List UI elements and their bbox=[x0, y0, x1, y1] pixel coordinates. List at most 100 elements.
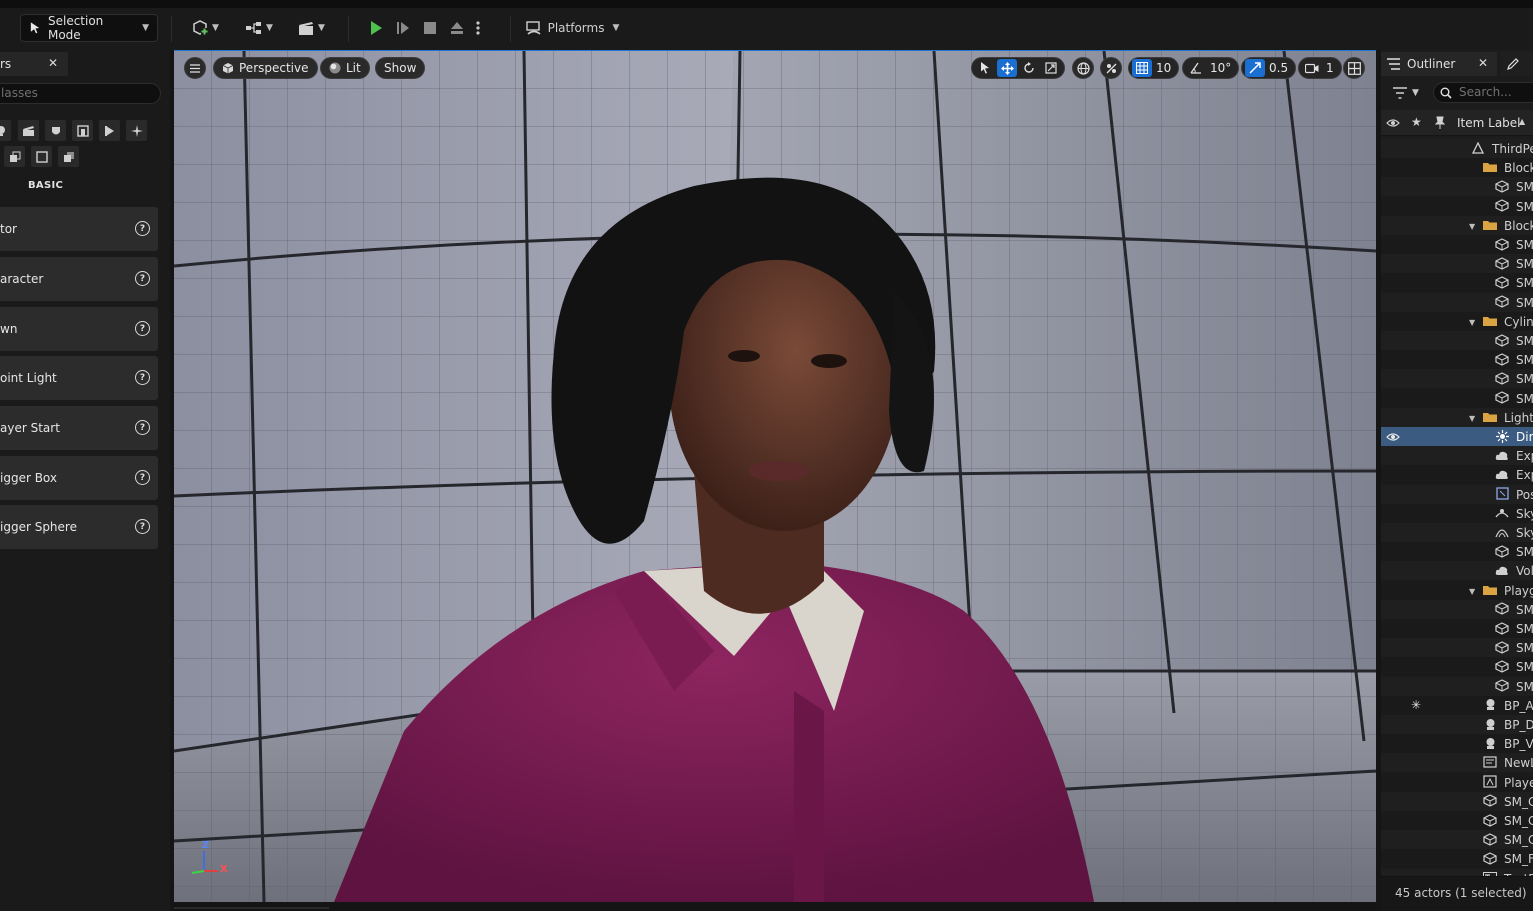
scale-tool-button[interactable] bbox=[1041, 59, 1061, 77]
outliner-row[interactable]: SM bbox=[1381, 196, 1533, 216]
outliner-row[interactable]: Sky bbox=[1381, 503, 1533, 523]
shapes-category-icon[interactable] bbox=[4, 146, 25, 167]
actor-item[interactable]: tor ? bbox=[0, 207, 158, 251]
outliner-row[interactable]: SM bbox=[1381, 369, 1533, 389]
outliner-row[interactable]: SM bbox=[1381, 638, 1533, 658]
outliner-row[interactable]: SM bbox=[1381, 676, 1533, 696]
outliner-row[interactable]: Sky bbox=[1381, 523, 1533, 542]
outliner-search-input[interactable]: Search... bbox=[1433, 82, 1533, 103]
outliner-row[interactable]: SM bbox=[1381, 619, 1533, 638]
show-button[interactable]: Show bbox=[375, 57, 426, 79]
actor-item[interactable]: ayer Start ? bbox=[0, 406, 158, 450]
outliner-row[interactable]: Vol bbox=[1381, 561, 1533, 581]
play-button[interactable] bbox=[362, 14, 389, 42]
grid-snap-toggle[interactable] bbox=[1132, 59, 1152, 77]
outliner-row[interactable]: SM bbox=[1381, 273, 1533, 293]
scale-snap-group[interactable]: 0.5 bbox=[1241, 57, 1297, 79]
perspective-button[interactable]: Perspective bbox=[213, 57, 318, 79]
filter-button[interactable]: ▼ bbox=[1393, 86, 1425, 102]
help-icon[interactable]: ? bbox=[135, 271, 150, 286]
actor-item[interactable]: igger Box ? bbox=[0, 456, 158, 500]
expand-arrow-icon[interactable]: ▼ bbox=[1469, 587, 1475, 596]
outliner-row[interactable]: BP_V bbox=[1381, 734, 1533, 754]
view-mode-button[interactable]: Lit bbox=[320, 57, 370, 79]
visibility-eye-icon[interactable] bbox=[1386, 431, 1400, 445]
expand-arrow-icon[interactable]: ▼ bbox=[1469, 414, 1475, 423]
outliner-row[interactable]: ✳ BP_A bbox=[1381, 695, 1533, 715]
outliner-row[interactable]: SM bbox=[1381, 292, 1533, 312]
help-icon[interactable]: ? bbox=[135, 370, 150, 385]
expand-arrow-icon[interactable]: ▼ bbox=[1469, 222, 1475, 231]
actor-item[interactable]: aracter ? bbox=[0, 257, 158, 301]
outliner-row[interactable]: SM_C bbox=[1381, 830, 1533, 850]
outliner-row[interactable]: ▼ Cylin bbox=[1381, 311, 1533, 331]
outliner-row[interactable]: Pos bbox=[1381, 484, 1533, 504]
rotation-snap-toggle[interactable] bbox=[1186, 59, 1206, 77]
outliner-row[interactable]: ▼ Lighti bbox=[1381, 407, 1533, 427]
volumes-category-icon[interactable] bbox=[99, 120, 120, 141]
expand-arrow-icon[interactable]: ▼ bbox=[1469, 318, 1475, 327]
outliner-row[interactable]: SM bbox=[1381, 388, 1533, 408]
platforms-dropdown[interactable]: Platforms ▼ bbox=[524, 14, 620, 42]
add-content-button[interactable]: ▼ bbox=[186, 14, 224, 42]
camera-speed-group[interactable]: 1 bbox=[1298, 57, 1342, 79]
visual-effects-category-icon[interactable] bbox=[45, 120, 66, 141]
outliner-row[interactable]: ▼ Block bbox=[1381, 215, 1533, 235]
geometry-category-icon[interactable] bbox=[72, 120, 93, 141]
help-icon[interactable]: ? bbox=[135, 519, 150, 534]
outliner-row[interactable]: SM_C bbox=[1381, 811, 1533, 830]
rotation-snap-group[interactable]: 10° bbox=[1182, 57, 1240, 79]
outliner-row[interactable]: Exp bbox=[1381, 446, 1533, 466]
outliner-row[interactable]: Exp bbox=[1381, 465, 1533, 485]
help-icon[interactable]: ? bbox=[135, 321, 150, 336]
cinematics-button[interactable]: ▼ bbox=[292, 14, 330, 42]
outliner-row[interactable]: SM bbox=[1381, 235, 1533, 254]
outliner-row[interactable]: BP_D bbox=[1381, 715, 1533, 734]
eject-button[interactable] bbox=[443, 14, 470, 42]
actor-item[interactable]: igger Sphere ? bbox=[0, 505, 158, 549]
outliner-tab[interactable]: Outliner ✕ bbox=[1381, 52, 1497, 76]
outliner-row[interactable]: Dire bbox=[1381, 427, 1533, 446]
advance-frame-button[interactable] bbox=[389, 14, 416, 42]
outliner-row[interactable]: NewL bbox=[1381, 753, 1533, 773]
surface-snapping-button[interactable] bbox=[1100, 57, 1122, 79]
outliner-row[interactable]: SM bbox=[1381, 657, 1533, 677]
details-tab[interactable] bbox=[1501, 52, 1533, 76]
viewport-layout-button[interactable] bbox=[1343, 57, 1365, 79]
stop-button[interactable] bbox=[416, 14, 443, 42]
lights-category-icon[interactable] bbox=[0, 120, 11, 141]
place-actors-tab[interactable]: rs ✕ bbox=[0, 52, 68, 76]
selection-mode-dropdown[interactable]: Selection Mode ▼ bbox=[20, 14, 158, 42]
search-classes-input[interactable]: lasses bbox=[0, 83, 161, 104]
help-icon[interactable]: ? bbox=[135, 221, 150, 236]
viewport-options-button[interactable] bbox=[184, 57, 206, 79]
select-tool-button[interactable] bbox=[975, 59, 995, 77]
help-icon[interactable]: ? bbox=[135, 470, 150, 485]
outliner-row[interactable]: SM bbox=[1381, 331, 1533, 350]
close-icon[interactable]: ✕ bbox=[48, 56, 58, 70]
outliner-row[interactable]: ▼ Playg bbox=[1381, 580, 1533, 600]
close-icon[interactable]: ✕ bbox=[1478, 56, 1488, 70]
level-viewport[interactable]: Z X Perspective Lit Show 10 10° 0.5 1 bbox=[174, 51, 1376, 902]
outliner-row[interactable]: SM bbox=[1381, 254, 1533, 274]
star-icon[interactable]: ✳ bbox=[1411, 698, 1421, 712]
actor-item[interactable]: wn ? bbox=[0, 307, 158, 351]
help-icon[interactable]: ? bbox=[135, 420, 150, 435]
outliner-row[interactable]: Playe bbox=[1381, 772, 1533, 792]
grid-snap-group[interactable]: 10 bbox=[1128, 57, 1180, 79]
actor-item[interactable]: oint Light ? bbox=[0, 356, 158, 400]
outliner-row[interactable]: SM bbox=[1381, 177, 1533, 197]
outliner-row[interactable]: ThirdPe bbox=[1381, 139, 1533, 158]
outliner-row[interactable]: SM bbox=[1381, 599, 1533, 619]
blueprints-button[interactable]: ▼ bbox=[240, 14, 278, 42]
cinematic-category-icon[interactable] bbox=[18, 120, 39, 141]
outliner-row[interactable]: Block bbox=[1381, 158, 1533, 178]
rotate-tool-button[interactable] bbox=[1019, 59, 1039, 77]
basic-category-icon[interactable] bbox=[58, 146, 79, 167]
outliner-row[interactable]: SM_F bbox=[1381, 849, 1533, 869]
coordinate-system-button[interactable] bbox=[1072, 57, 1094, 79]
translate-tool-button[interactable] bbox=[997, 59, 1017, 77]
recent-category-icon[interactable] bbox=[31, 146, 52, 167]
outliner-row[interactable]: SM bbox=[1381, 350, 1533, 370]
scale-snap-toggle[interactable] bbox=[1245, 59, 1265, 77]
